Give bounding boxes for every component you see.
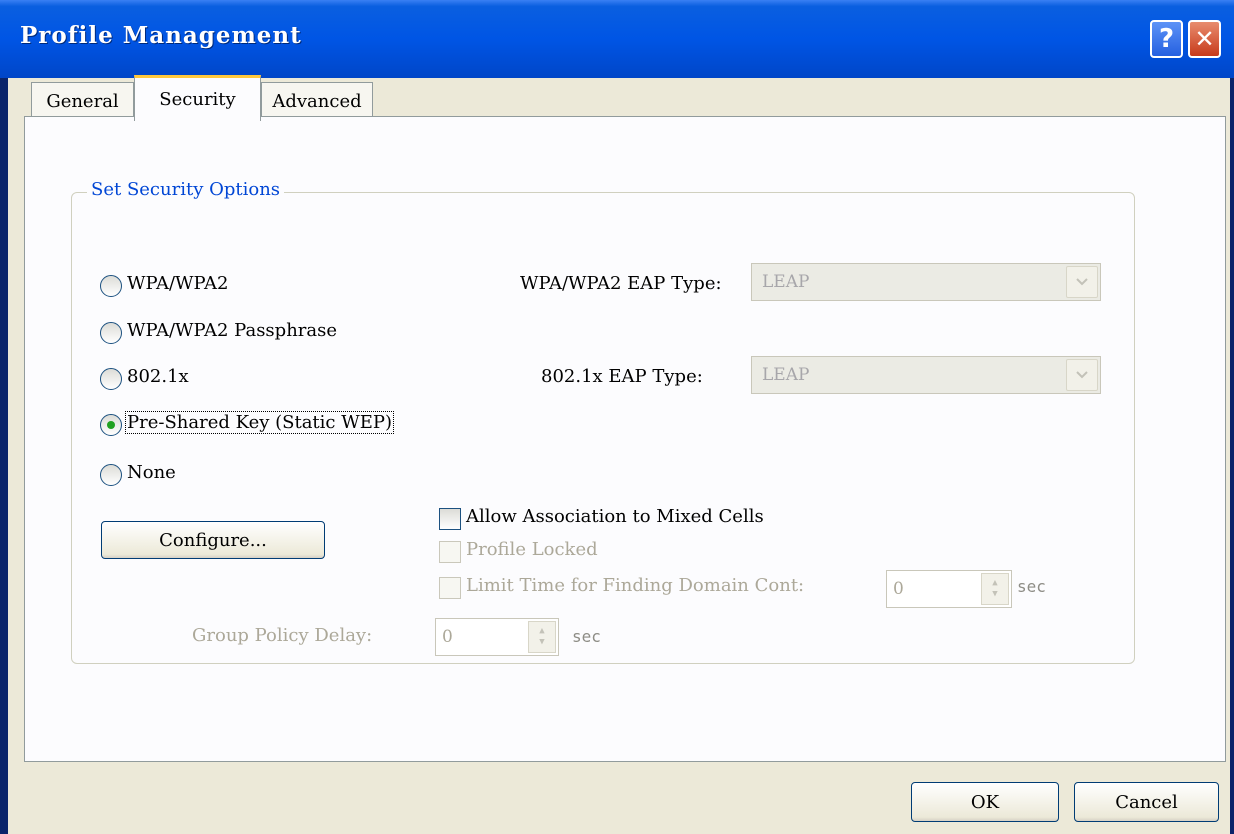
limit-time-label[interactable]: Limit Time for Finding Domain Cont: bbox=[466, 575, 804, 596]
group-label: Set Security Options bbox=[87, 179, 285, 200]
profile-management-window: Profile Management ? ✕ General Security … bbox=[0, 0, 1234, 834]
mixed-cells-label[interactable]: Allow Association to Mixed Cells bbox=[466, 506, 764, 527]
title-bar[interactable]: Profile Management ? ✕ bbox=[0, 0, 1234, 78]
close-button[interactable]: ✕ bbox=[1188, 20, 1221, 58]
limit-time-value: 0 bbox=[893, 579, 904, 599]
limit-time-spinner[interactable]: 0 ▲ ▼ bbox=[886, 570, 1012, 608]
configure-button[interactable]: Configure... bbox=[101, 521, 325, 559]
spin-arrows-icon[interactable]: ▲ ▼ bbox=[981, 573, 1009, 605]
ok-button[interactable]: OK bbox=[911, 782, 1059, 822]
wpa-eap-type-value: LEAP bbox=[762, 272, 810, 292]
cancel-button[interactable]: Cancel bbox=[1074, 782, 1219, 822]
dialog-client-area: General Security Advanced Set Security O… bbox=[8, 75, 1230, 834]
pre-shared-key-text: Pre-Shared Key (Static WEP) bbox=[125, 411, 394, 434]
group-policy-unit: sec bbox=[572, 627, 601, 646]
group-policy-value: 0 bbox=[442, 627, 453, 647]
profile-locked-label[interactable]: Profile Locked bbox=[466, 539, 598, 560]
limit-time-checkbox[interactable] bbox=[439, 577, 461, 599]
wpa-eap-type-label: WPA/WPA2 EAP Type: bbox=[520, 273, 722, 294]
spin-up-icon[interactable]: ▲ bbox=[539, 626, 544, 637]
spin-down-icon[interactable]: ▼ bbox=[539, 637, 544, 648]
help-button[interactable]: ? bbox=[1150, 20, 1183, 58]
pre-shared-key-radio[interactable] bbox=[100, 414, 122, 436]
tab-advanced[interactable]: Advanced bbox=[261, 82, 373, 120]
spin-down-icon[interactable]: ▼ bbox=[992, 589, 997, 600]
wpa-passphrase-label[interactable]: WPA/WPA2 Passphrase bbox=[127, 320, 337, 341]
chevron-down-icon[interactable] bbox=[1066, 359, 1098, 391]
wpa-passphrase-radio[interactable] bbox=[100, 322, 122, 344]
chevron-down-icon[interactable] bbox=[1066, 266, 1098, 298]
dot1x-label[interactable]: 802.1x bbox=[127, 366, 189, 387]
wpa-eap-type-select[interactable]: LEAP bbox=[751, 263, 1101, 301]
dot1x-eap-type-label: 802.1x EAP Type: bbox=[541, 366, 703, 387]
group-policy-spinner[interactable]: 0 ▲ ▼ bbox=[435, 618, 559, 656]
none-radio[interactable] bbox=[100, 464, 122, 486]
window-title: Profile Management bbox=[20, 22, 302, 49]
none-label[interactable]: None bbox=[127, 462, 176, 483]
pre-shared-key-label[interactable]: Pre-Shared Key (Static WEP) bbox=[125, 411, 394, 434]
tab-security[interactable]: Security bbox=[134, 75, 261, 121]
spin-up-icon[interactable]: ▲ bbox=[992, 578, 997, 589]
dot1x-radio[interactable] bbox=[100, 368, 122, 390]
spin-arrows-icon[interactable]: ▲ ▼ bbox=[528, 621, 556, 653]
tab-general[interactable]: General bbox=[31, 82, 134, 120]
wpa-wpa2-label[interactable]: WPA/WPA2 bbox=[127, 273, 228, 294]
mixed-cells-checkbox[interactable] bbox=[439, 508, 461, 530]
profile-locked-checkbox[interactable] bbox=[439, 541, 461, 563]
security-tab-panel: Set Security Options WPA/WPA2 WPA/WPA2 P… bbox=[24, 116, 1226, 762]
dot1x-eap-type-value: LEAP bbox=[762, 365, 810, 385]
limit-time-unit: sec bbox=[1017, 577, 1046, 596]
dot1x-eap-type-select[interactable]: LEAP bbox=[751, 356, 1101, 394]
wpa-wpa2-radio[interactable] bbox=[100, 275, 122, 297]
group-policy-label: Group Policy Delay: bbox=[192, 625, 373, 646]
